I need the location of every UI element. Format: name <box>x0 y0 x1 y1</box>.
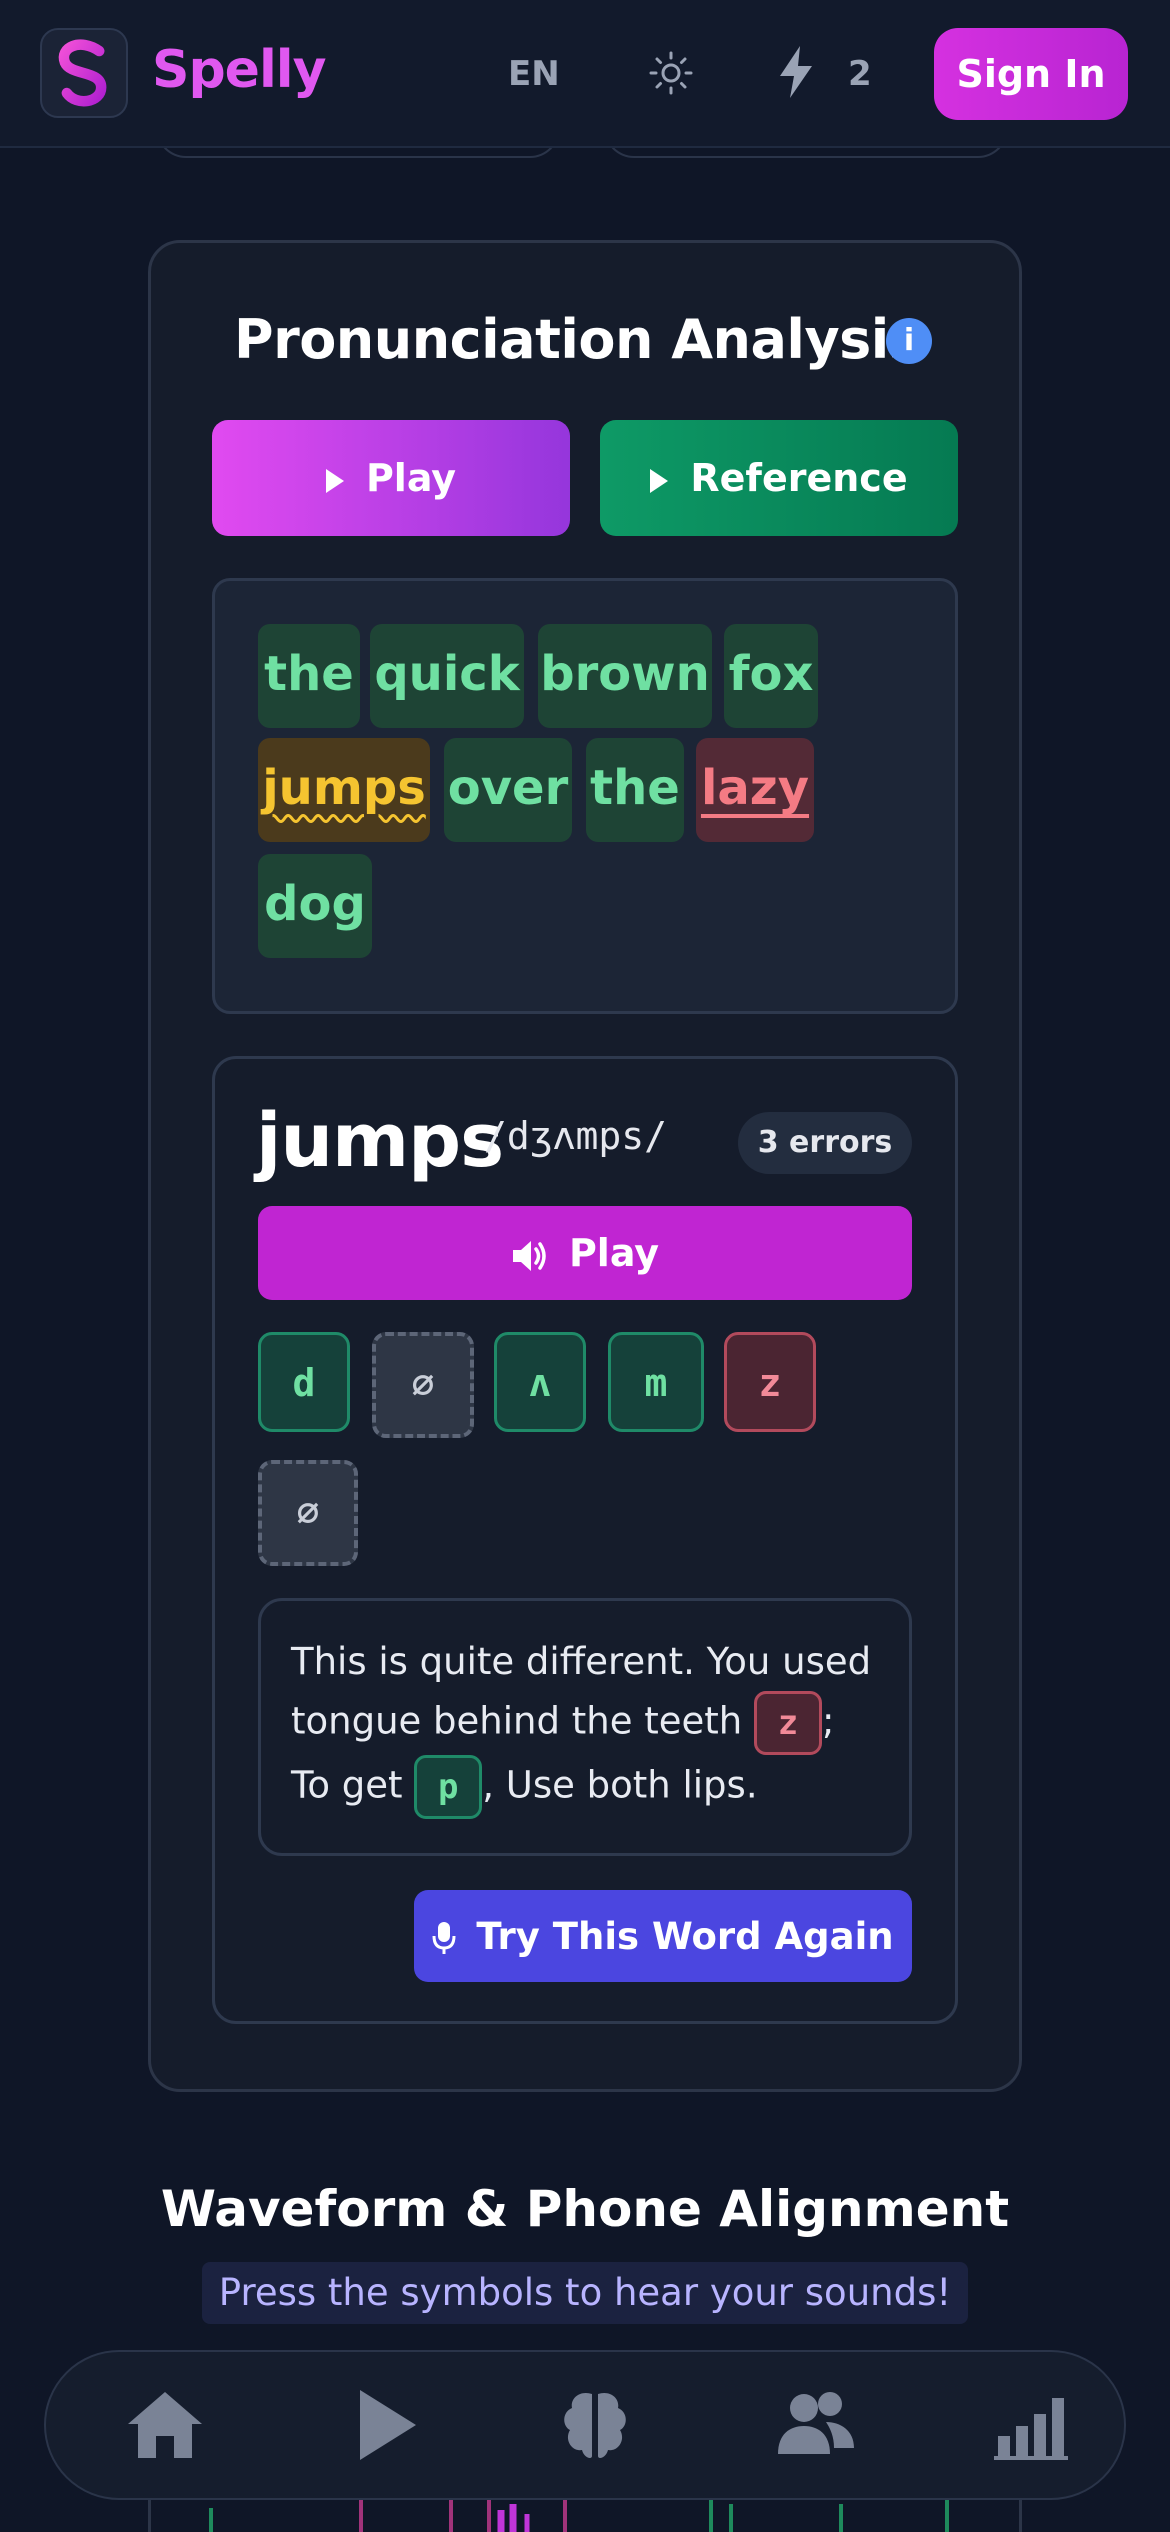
play-recording-button[interactable]: Play <box>212 420 570 536</box>
analysis-title: Pronunciation Analysis <box>234 308 921 371</box>
try-word-again-button[interactable]: Try This Word Again <box>414 1890 912 1982</box>
chart-icon[interactable] <box>986 2380 1076 2470</box>
word-chip[interactable]: lazy <box>696 738 814 842</box>
selected-word: jumps <box>256 1098 504 1184</box>
bottom-navigation <box>44 2350 1126 2500</box>
word-chip[interactable]: the <box>586 738 684 842</box>
try-again-label: Try This Word Again <box>476 1914 894 1958</box>
play-reference-button[interactable]: Reference <box>600 420 958 536</box>
home-icon[interactable] <box>120 2380 210 2470</box>
speaker-icon <box>512 1240 546 1271</box>
play-icon <box>650 468 669 493</box>
waveform-title: Waveform & Phone Alignment <box>160 2180 1010 2238</box>
phone-chip[interactable]: ∅ <box>372 1332 474 1438</box>
phone-chip[interactable]: ∅ <box>258 1460 358 1566</box>
sun-icon[interactable] <box>648 50 694 96</box>
word-chip[interactable]: fox <box>724 624 818 728</box>
sign-in-button[interactable]: Sign In <box>934 28 1128 120</box>
play-icon[interactable] <box>338 2380 428 2470</box>
bolt-icon <box>780 46 812 98</box>
waveform-subtitle: Press the symbols to hear your sounds! <box>202 2262 968 2324</box>
users-icon[interactable] <box>770 2380 860 2470</box>
ipa-transcription: /dʒʌmps/ <box>484 1114 668 1158</box>
word-chip[interactable]: jumps <box>258 738 430 842</box>
target-phone-chip[interactable]: p <box>414 1755 483 1819</box>
feedback-text: , Use both lips. <box>482 1763 758 1807</box>
phone-chip[interactable]: z <box>724 1332 816 1432</box>
language-switch[interactable]: EN <box>508 54 560 94</box>
play-label: Play <box>365 456 457 500</box>
word-chip[interactable]: the <box>258 624 360 728</box>
app-header: Spelly EN 2 Sign In <box>0 0 1170 148</box>
info-icon[interactable]: i <box>886 318 932 364</box>
play-word-button[interactable]: Play <box>258 1206 912 1300</box>
brand-name[interactable]: Spelly <box>152 40 326 100</box>
feedback-text: ; <box>821 1699 835 1743</box>
word-chip[interactable]: dog <box>258 854 372 958</box>
word-chip[interactable]: over <box>444 738 572 842</box>
reference-label: Reference <box>690 456 908 500</box>
bolt-count: 2 <box>848 54 872 94</box>
phone-chip[interactable]: ʌ <box>494 1332 586 1432</box>
microphone-icon <box>432 1922 456 1954</box>
spelly-logo-icon[interactable] <box>40 28 128 118</box>
brain-icon[interactable] <box>550 2380 640 2470</box>
phone-chip[interactable]: m <box>608 1332 704 1432</box>
play-word-label: Play <box>568 1231 660 1275</box>
pronunciation-feedback: This is quite different. You used tongue… <box>258 1598 912 1856</box>
error-count-badge: 3 errors <box>738 1112 912 1174</box>
phone-chip[interactable]: d <box>258 1332 350 1432</box>
feedback-text: To get <box>291 1763 403 1807</box>
word-chip[interactable]: brown <box>538 624 712 728</box>
play-icon <box>325 468 344 493</box>
used-phone-chip[interactable]: z <box>753 1691 822 1755</box>
word-chip[interactable]: quick <box>370 624 524 728</box>
